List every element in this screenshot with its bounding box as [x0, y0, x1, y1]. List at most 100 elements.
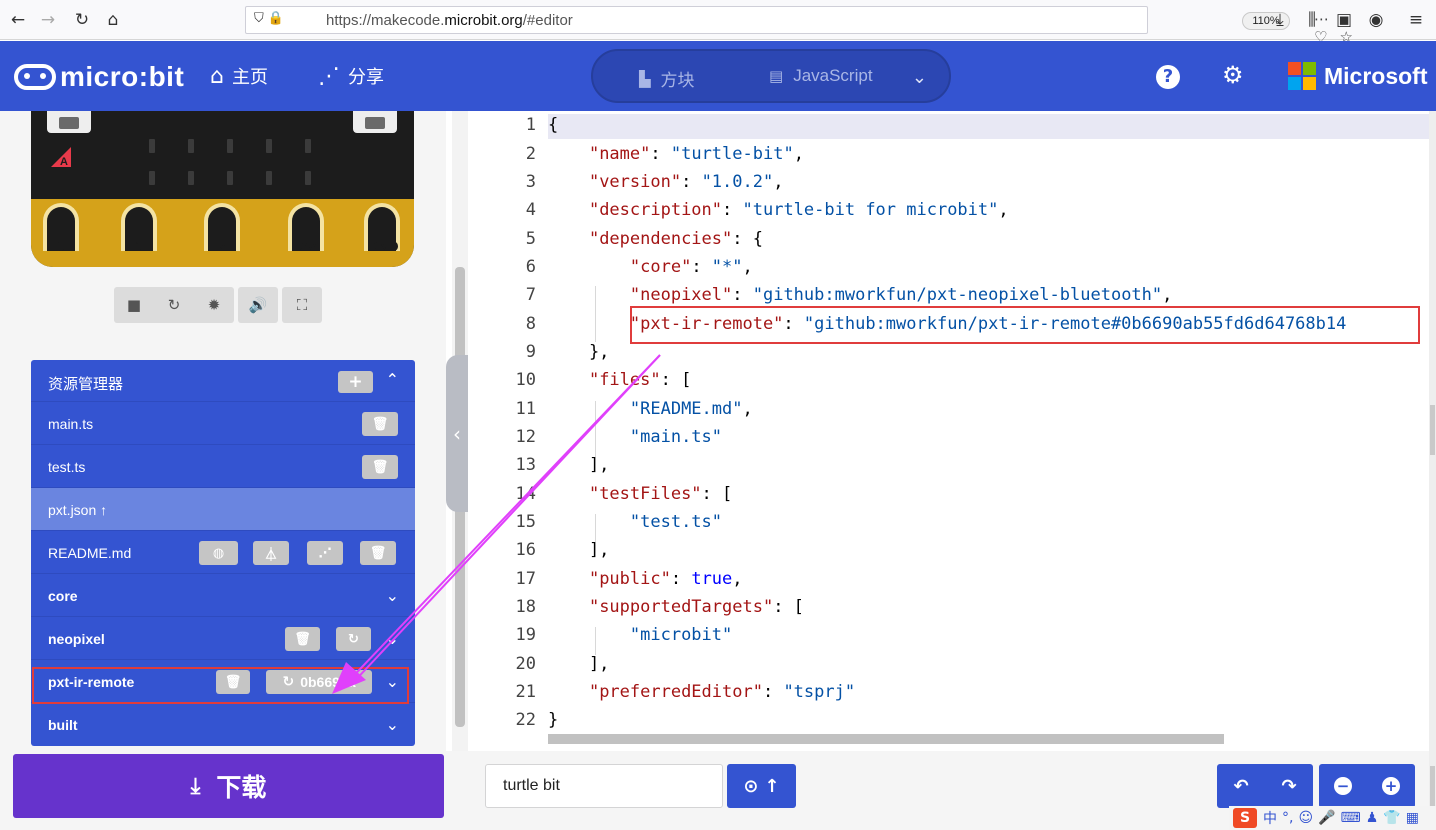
fullscreen-icon[interactable]: ⛶: [282, 287, 322, 323]
grid-icon[interactable]: ▦: [1406, 810, 1419, 826]
javascript-tab[interactable]: ▤ JavaScript: [769, 66, 873, 86]
gear-icon[interactable]: ⚙: [1222, 61, 1244, 89]
trash-icon[interactable]: 🗑: [362, 412, 398, 436]
button-b[interactable]: [353, 111, 397, 133]
svg-text:A: A: [60, 156, 68, 167]
share-icon: ⋰: [318, 63, 340, 89]
button-a[interactable]: [47, 111, 91, 133]
led: [227, 171, 233, 185]
globe-icon[interactable]: ◍: [199, 541, 238, 565]
file-row[interactable]: README.md ◍ ⏃ ⋰ 🗑: [31, 531, 415, 574]
chevron-down-icon[interactable]: ⌄: [386, 629, 399, 648]
trash-icon[interactable]: 🗑: [285, 627, 320, 651]
microbit-simulator[interactable]: A 0 1 2 3V GND: [31, 111, 414, 267]
debug-icon[interactable]: ✹: [194, 287, 234, 323]
share-icon[interactable]: ⋰: [307, 541, 343, 565]
code-line: }: [548, 710, 559, 730]
reload-icon[interactable]: ↻: [68, 6, 96, 34]
forward-icon[interactable]: →: [34, 6, 62, 34]
library-icon[interactable]: ⫼: [1298, 6, 1326, 34]
mute-icon[interactable]: 🔊: [238, 287, 278, 323]
project-name-input[interactable]: [485, 764, 723, 808]
address-bar[interactable]: ⛉🔒 https://makecode.microbit.org/#editor…: [245, 6, 1353, 46]
page-scrollbar[interactable]: [1429, 111, 1436, 830]
help-icon[interactable]: ?: [1156, 65, 1180, 89]
microbit-logo-icon: [14, 64, 56, 90]
user-icon[interactable]: ♟: [1366, 810, 1379, 826]
github-icon: ⊙: [743, 775, 759, 797]
code-line: ],: [548, 455, 610, 475]
flask-icon[interactable]: ⏃: [253, 541, 289, 565]
github-commit-button[interactable]: ⊙ ↑: [727, 764, 796, 808]
menu-icon[interactable]: ≡: [1402, 6, 1430, 34]
download-icon[interactable]: ⤓: [1266, 6, 1294, 34]
horizontal-scrollbar[interactable]: [548, 734, 1224, 744]
editor-footer: ⤓ 下载 ⊙↑ ↶ ↷ − +: [0, 751, 1436, 830]
punctuation-icon[interactable]: °,: [1282, 810, 1293, 826]
led: [227, 139, 233, 153]
stop-icon[interactable]: ■: [114, 287, 154, 323]
home-icon[interactable]: ⌂: [99, 6, 127, 34]
code-line: },: [548, 342, 610, 362]
zoom-out-icon[interactable]: −: [1319, 764, 1367, 808]
microphone-icon[interactable]: 🎤: [1318, 810, 1335, 826]
collapse-simulator-button[interactable]: ‹: [446, 355, 468, 512]
trash-icon[interactable]: 🗑: [360, 541, 396, 565]
package-row[interactable]: built ⌄: [31, 703, 415, 746]
app-header: micro:bit ⌂ 主页 ⋰ 分享 ▙ 方块 ▤ JavaScript ⌄ …: [0, 41, 1436, 111]
code-line: "supportedTargets": [: [588, 597, 804, 617]
file-row-selected[interactable]: pxt.json ↑: [31, 488, 415, 531]
pin-label: GND: [367, 238, 399, 254]
microsoft-logo[interactable]: Microsoft: [1288, 62, 1428, 90]
share-button[interactable]: ⋰ 分享: [318, 63, 384, 89]
code-editor[interactable]: 1 2 3 4 5 6 7 8 9 10 11 12 13 14 15 16 1…: [446, 111, 1436, 751]
line-number: 3: [525, 172, 536, 192]
skin-icon[interactable]: 👕: [1383, 810, 1400, 826]
restart-icon[interactable]: ↻: [154, 287, 194, 323]
house-icon: ⌂: [210, 63, 224, 89]
account-icon[interactable]: ◉: [1362, 6, 1390, 34]
line-number: 10: [515, 370, 536, 390]
keyboard-icon[interactable]: ⌨: [1341, 810, 1361, 826]
led: [305, 171, 311, 185]
zoom-in-icon[interactable]: +: [1367, 764, 1415, 808]
line-number: 14: [515, 484, 536, 504]
chevron-down-icon[interactable]: ⌄: [912, 67, 927, 88]
line-number-gutter: 1 2 3 4 5 6 7 8 9 10 11 12 13 14 15 16 1…: [470, 111, 548, 751]
refresh-icon[interactable]: ↻: [336, 627, 371, 651]
line-number: 22: [515, 710, 536, 730]
code-text-area[interactable]: { "name": "turtle-bit", "version": "1.0.…: [548, 111, 1436, 751]
trash-icon[interactable]: 🗑: [362, 455, 398, 479]
package-row[interactable]: neopixel 🗑 ↻ ⌄: [31, 617, 415, 660]
ime-mode[interactable]: 中: [1263, 808, 1277, 828]
led: [149, 139, 155, 153]
add-file-button[interactable]: +: [338, 371, 373, 393]
code-line: {: [548, 115, 559, 135]
chevron-down-icon[interactable]: ⌄: [386, 586, 399, 605]
arrow-up-icon: ↑: [764, 775, 780, 797]
editor-toggle: ▙ 方块 ▤ JavaScript ⌄: [591, 49, 951, 103]
explorer-header[interactable]: 资源管理器 + ⌃: [31, 360, 415, 402]
chevron-up-icon[interactable]: ⌃: [386, 370, 399, 389]
emoji-icon[interactable]: ☺: [1298, 810, 1313, 826]
download-icon: ⤓: [190, 773, 201, 799]
file-row[interactable]: main.ts 🗑: [31, 402, 415, 445]
back-icon[interactable]: ←: [4, 6, 32, 34]
undo-icon[interactable]: ↶: [1217, 764, 1265, 808]
redo-icon[interactable]: ↷: [1265, 764, 1313, 808]
package-row[interactable]: core ⌄: [31, 574, 415, 617]
led: [305, 139, 311, 153]
code-line: "description": "turtle-bit for microbit"…: [588, 200, 1009, 220]
sidebar-icon[interactable]: ▣: [1330, 6, 1358, 34]
sogou-logo-icon[interactable]: S: [1233, 808, 1257, 828]
chevron-down-icon[interactable]: ⌄: [386, 715, 399, 734]
blocks-tab[interactable]: ▙ 方块: [639, 66, 695, 91]
current-line-highlight: [548, 114, 1436, 139]
site-info-icon[interactable]: ⛉🔒: [254, 11, 288, 26]
simulator-controls: ■ ↻ ✹ 🔊 ⛶: [114, 287, 326, 323]
download-button[interactable]: ⤓ 下载: [13, 754, 444, 818]
home-button[interactable]: ⌂ 主页: [210, 63, 268, 89]
file-row[interactable]: test.ts 🗑: [31, 445, 415, 488]
microbit-logo[interactable]: micro:bit: [14, 61, 184, 93]
ime-toolbar: S 中 °, ☺ 🎤 ⌨ ♟ 👕 ▦: [1229, 806, 1436, 830]
